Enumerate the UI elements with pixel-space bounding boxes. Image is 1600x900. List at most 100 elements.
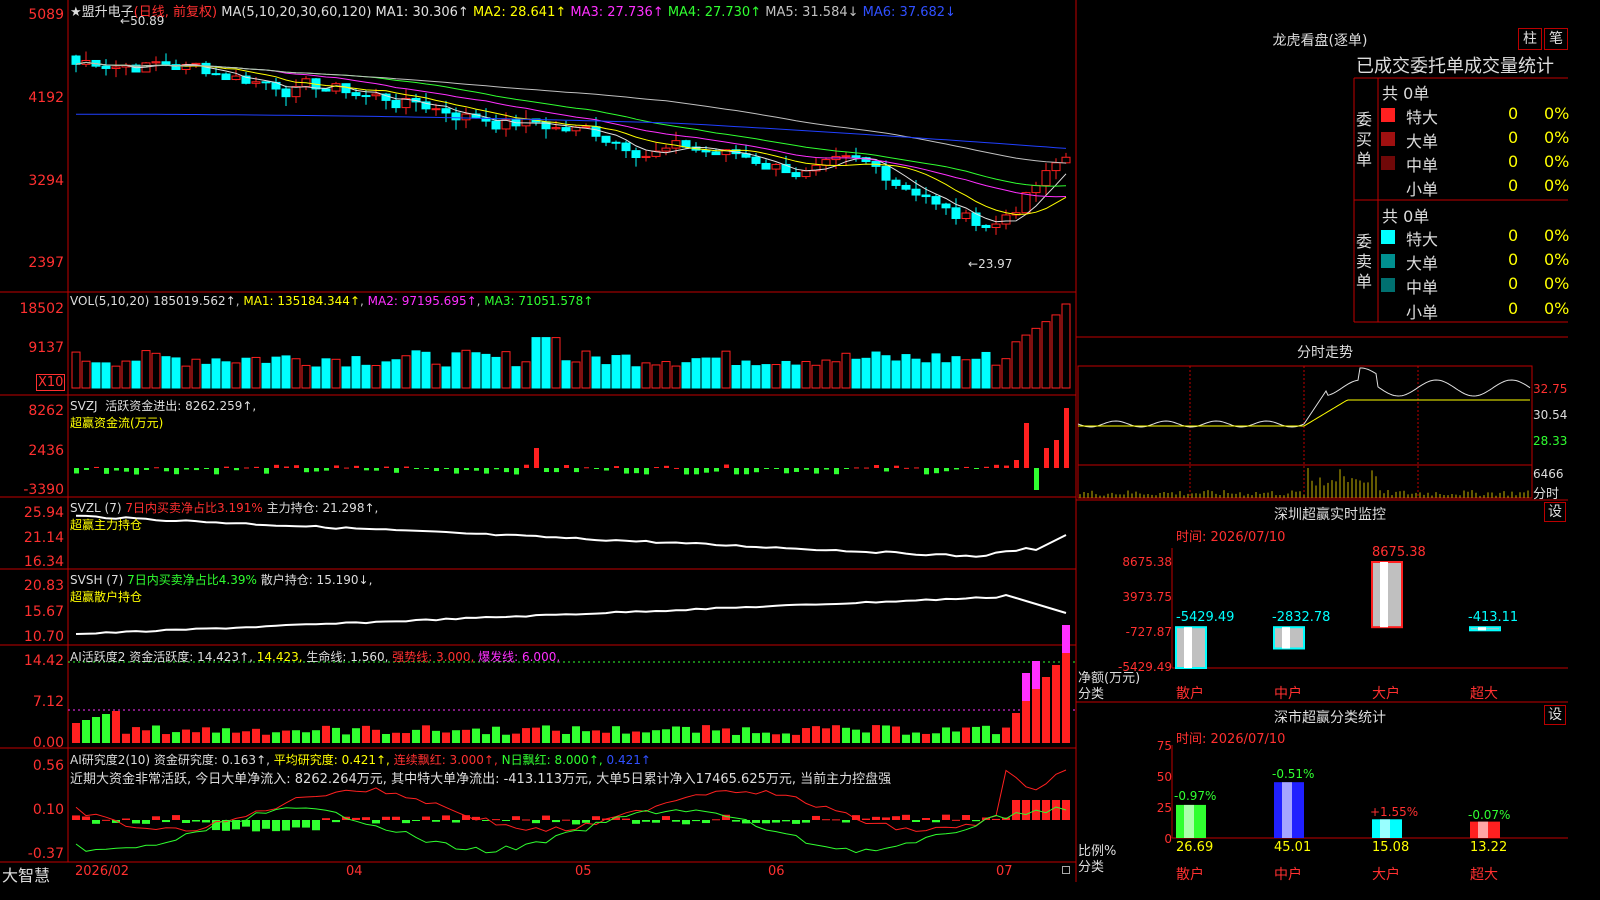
fund-flow-bar	[314, 468, 319, 472]
ai2-title: AI研究度2(10) 资金研究度: 0.163↑, 平均研究度: 0.421↑,…	[70, 753, 651, 767]
fund-flow-bar	[864, 467, 869, 469]
lock-icon[interactable]	[1062, 866, 1070, 874]
kline-candle	[251, 81, 261, 84]
volume-bar	[831, 361, 841, 389]
activity-bar	[502, 734, 510, 743]
fund-flow-bar	[414, 468, 419, 469]
monitor-bar-label: 8675.38	[1372, 545, 1426, 560]
kline-candle	[561, 127, 571, 132]
fund-flow-bar	[924, 468, 929, 475]
research-bar	[572, 820, 580, 825]
volume-bar	[571, 361, 581, 389]
fund-flow-bar	[424, 468, 429, 469]
activity-bar	[512, 733, 520, 743]
fund-flow-bar	[564, 465, 569, 468]
monitor-bar-highlight	[1380, 562, 1388, 628]
volume-bar	[471, 352, 481, 389]
volume-bar	[871, 351, 881, 389]
activity-bar	[182, 729, 190, 743]
monitor-ytick: -727.87	[1125, 625, 1172, 639]
vol-ytick: 18502	[19, 301, 64, 317]
lhb-tabs[interactable]: 已成交委托单成交量统计	[1356, 52, 1554, 78]
sell-row-count: 0	[1508, 250, 1519, 269]
chart-canvas[interactable]	[0, 0, 1568, 882]
research-bar	[642, 820, 650, 822]
activity-bar	[1012, 713, 1020, 743]
fund-flow-bar	[1044, 448, 1049, 468]
row-swatch	[1381, 108, 1395, 122]
monitor-settings-button[interactable]: 设	[1544, 502, 1566, 522]
activity-bar	[382, 733, 390, 743]
fund-flow-bar	[784, 468, 789, 474]
bar-mode-button[interactable]: 柱	[1518, 28, 1542, 50]
activity-bar	[222, 728, 230, 743]
fund-flow-bar	[734, 468, 739, 475]
activity-bar	[492, 726, 500, 743]
x-tick: 2026/02	[75, 864, 130, 879]
kline-candle	[431, 108, 441, 111]
kline-candle	[371, 93, 381, 97]
fund-flow-bar	[744, 468, 749, 475]
fund-flow-bar	[344, 467, 349, 469]
svsh-ytick: 10.70	[23, 629, 64, 645]
fund-flow-bar	[814, 468, 819, 474]
activity-bar	[922, 733, 930, 743]
ai2-ytick: 0.56	[32, 758, 64, 774]
activity-bar	[112, 711, 120, 743]
fund-flow-bar	[294, 465, 299, 468]
intraday-title: 分时走势	[1297, 345, 1353, 361]
fund-flow-bar	[544, 468, 549, 473]
fund-flow-bar	[304, 468, 309, 473]
research-bar	[362, 817, 370, 820]
sell-row-count: 0	[1508, 226, 1519, 245]
sell-row-label: 大单	[1406, 254, 1439, 273]
activity-bar	[562, 733, 570, 743]
svzj-ytick: 8262	[28, 403, 64, 419]
fund-flow-bar	[1054, 440, 1059, 468]
volume-bar	[671, 365, 681, 389]
volume-bar	[391, 359, 401, 389]
sell-row-pct: 0%	[1544, 299, 1570, 318]
fund-flow-bar	[1024, 423, 1029, 468]
research-bar	[712, 819, 720, 821]
research-bar	[422, 816, 430, 820]
research-bar	[492, 819, 500, 821]
vol-ytick: 9137	[28, 340, 64, 356]
svzl-ytick: 16.34	[23, 554, 64, 570]
research-bar	[992, 818, 1000, 820]
research-bar	[972, 820, 980, 822]
research-bar	[512, 816, 520, 820]
volume-bar	[141, 350, 151, 389]
intraday-ytick: 32.75	[1533, 382, 1568, 396]
research-bar	[632, 820, 640, 824]
volume-bar	[751, 365, 761, 389]
activity-bar	[1042, 677, 1050, 743]
research-bar	[942, 814, 950, 820]
fund-flow-bar	[604, 468, 609, 471]
volume-bar	[781, 360, 791, 389]
activity-bar	[722, 728, 730, 743]
fund-flow-bar	[674, 467, 679, 469]
research-bar	[682, 820, 690, 825]
fund-flow-bar	[94, 466, 99, 468]
fund-flow-bar	[644, 468, 649, 475]
sell-row-count: 0	[1508, 299, 1519, 318]
monitor-category: 散户	[1176, 686, 1204, 702]
stats-ytick: 50	[1156, 770, 1172, 784]
volume-bar	[691, 358, 701, 389]
volume-bar	[911, 358, 921, 389]
stats-change: -0.97%	[1174, 789, 1217, 803]
fund-flow-bar	[684, 468, 689, 475]
volume-bar	[181, 365, 191, 389]
volume-bar	[371, 365, 381, 389]
activity-bar	[802, 728, 810, 743]
tick-mode-button[interactable]: 笔	[1544, 28, 1568, 50]
stats-settings-button[interactable]: 设	[1544, 705, 1566, 725]
activity-bar	[622, 733, 630, 743]
fund-flow-bar	[204, 468, 209, 470]
fund-flow-bar	[654, 467, 659, 469]
activity-bar	[162, 734, 170, 743]
activity-bar	[892, 726, 900, 743]
monitor-bar-highlight	[1478, 627, 1486, 631]
svsh-title: SVSH (7) 7日内买卖净占比4.39% 散户持仓: 15.190↓, 超赢…	[70, 573, 373, 604]
